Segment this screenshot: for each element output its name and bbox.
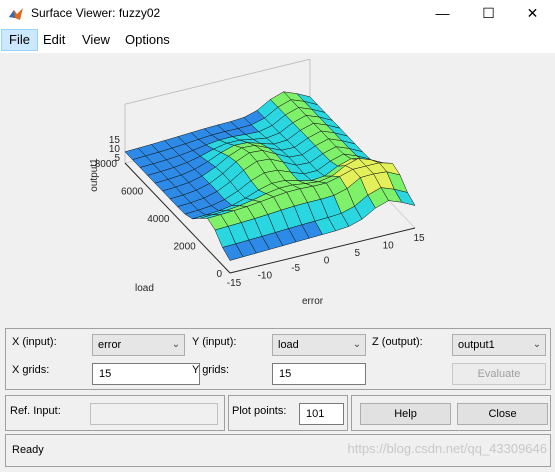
menu-file[interactable]: File bbox=[1, 29, 38, 51]
x-tick-label: 15 bbox=[413, 233, 425, 244]
surface-mesh bbox=[124, 91, 416, 261]
x-axis-label: error bbox=[302, 296, 324, 307]
help-button[interactable]: Help bbox=[360, 403, 451, 425]
ref-input-label: Ref. Input: bbox=[10, 405, 61, 417]
y-tick-label: 0 bbox=[216, 269, 222, 280]
x-tick-label: 10 bbox=[383, 241, 395, 252]
menu-view[interactable]: View bbox=[75, 30, 117, 50]
z-output-label: Z (output): bbox=[372, 336, 423, 348]
x-tick-label: 5 bbox=[355, 248, 361, 259]
y-grids-input[interactable]: 15 bbox=[272, 363, 366, 385]
x-input-label: X (input): bbox=[12, 336, 57, 348]
y-tick-label: 2000 bbox=[174, 242, 197, 253]
ref-input-panel: Ref. Input: bbox=[5, 395, 225, 431]
x-tick-label: -10 bbox=[258, 271, 273, 282]
matlab-logo-icon bbox=[9, 8, 23, 20]
x-input-value: error bbox=[98, 339, 122, 351]
y-input-label: Y (input): bbox=[192, 336, 237, 348]
menu-options[interactable]: Options bbox=[118, 30, 177, 50]
chevron-down-icon: ⌄ bbox=[532, 339, 542, 350]
menu-edit[interactable]: Edit bbox=[36, 30, 72, 50]
plot-points-panel: Plot points: 101 bbox=[228, 395, 348, 431]
close-window-button[interactable]: ✕ bbox=[510, 0, 555, 27]
y-grids-label: Y grids: bbox=[192, 364, 230, 376]
x-grids-label: X grids: bbox=[12, 364, 50, 376]
title-bar: Surface Viewer: fuzzy02 — ☐ ✕ bbox=[0, 0, 555, 27]
status-text: Ready bbox=[12, 444, 44, 456]
close-button[interactable]: Close bbox=[457, 403, 548, 425]
y-axis-label: load bbox=[135, 283, 154, 294]
plot-points-label: Plot points: bbox=[232, 405, 287, 417]
axis-selector-panel: X (input): error ⌄ Y (input): load ⌄ Z (… bbox=[5, 328, 551, 390]
y-tick-label: 6000 bbox=[121, 187, 144, 198]
maximize-button[interactable]: ☐ bbox=[466, 0, 511, 27]
x-tick-label: 0 bbox=[324, 256, 330, 267]
window-title: Surface Viewer: fuzzy02 bbox=[31, 6, 161, 20]
minimize-button[interactable]: — bbox=[420, 0, 465, 27]
x-grids-input[interactable]: 15 bbox=[92, 363, 200, 385]
buttons-panel: Help Close bbox=[351, 395, 551, 431]
z-output-value: output1 bbox=[458, 339, 495, 351]
chevron-down-icon: ⌄ bbox=[171, 339, 181, 350]
z-output-select[interactable]: output1 ⌄ bbox=[452, 334, 546, 356]
surface-plot[interactable]: 1510580006000400020000-15-10-5051015 out… bbox=[0, 53, 555, 323]
x-tick-label: -5 bbox=[291, 263, 300, 274]
x-tick-label: -15 bbox=[227, 278, 242, 289]
y-input-value: load bbox=[278, 339, 299, 351]
plot-area: 15 10 5 8000 6000 4000 2000 0 -15 -10 -5 0 5 10 15 out… bbox=[0, 53, 555, 323]
y-tick-label: 4000 bbox=[147, 214, 170, 225]
menu-bar: File Edit View Options bbox=[0, 27, 555, 53]
plot-points-input[interactable]: 101 bbox=[299, 403, 344, 425]
ref-input-field[interactable] bbox=[90, 403, 218, 425]
chevron-down-icon: ⌄ bbox=[352, 339, 362, 350]
watermark: https://blog.csdn.net/qq_43309646 bbox=[347, 441, 548, 456]
y-input-select[interactable]: load ⌄ bbox=[272, 334, 366, 356]
x-input-select[interactable]: error ⌄ bbox=[92, 334, 185, 356]
z-axis-label: output1 bbox=[89, 158, 100, 192]
evaluate-button[interactable]: Evaluate bbox=[452, 363, 546, 385]
